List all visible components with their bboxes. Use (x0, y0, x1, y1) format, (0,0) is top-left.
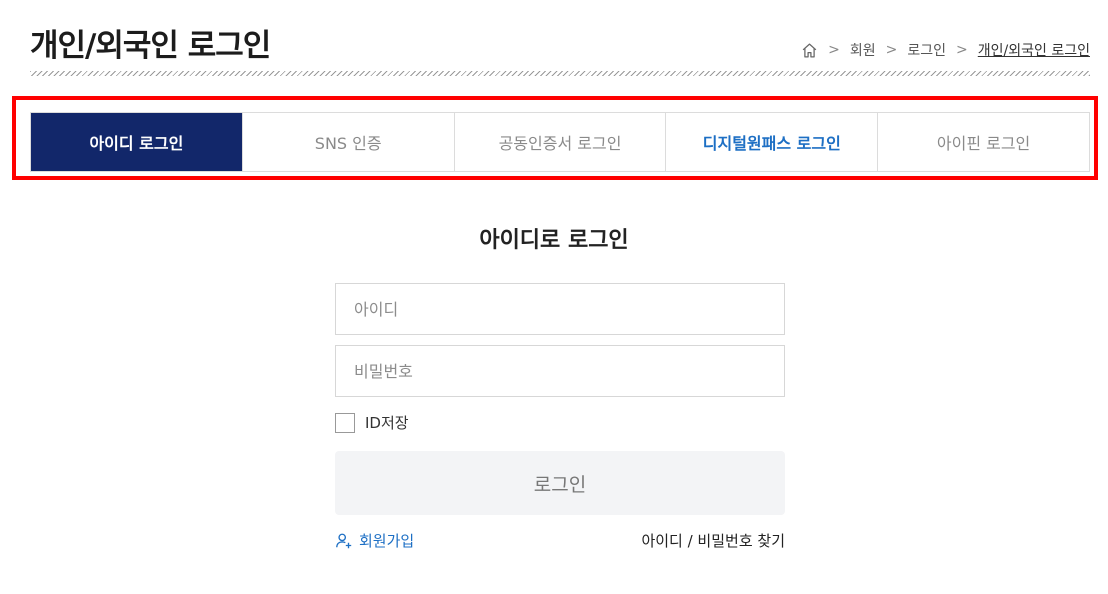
breadcrumb: > 회원 > 로그인 > 개인/외국인 로그인 (801, 40, 1090, 60)
login-heading: 아이디로 로그인 (479, 228, 629, 253)
login-button[interactable]: 로그인 (335, 451, 785, 515)
page-title: 개인/외국인 로그인 (30, 28, 271, 64)
find-id-password-link[interactable]: 아이디 / 비밀번호 찾기 (641, 530, 785, 551)
join-label: 회원가입 (359, 532, 415, 550)
password-input[interactable] (335, 345, 785, 397)
id-input[interactable] (335, 283, 785, 335)
tab-id-login[interactable]: 아이디 로그인 (31, 113, 242, 171)
breadcrumb-item-member[interactable]: 회원 (850, 40, 876, 60)
tab-ipin-login[interactable]: 아이핀 로그인 (877, 113, 1089, 171)
save-id-checkbox[interactable] (335, 412, 355, 433)
join-link[interactable]: 회원가입 (335, 530, 414, 551)
breadcrumb-item-login[interactable]: 로그인 (907, 40, 946, 60)
tab-digital-onepass-login[interactable]: 디지털원패스 로그인 (665, 113, 878, 171)
tab-certificate-login[interactable]: 공동인증서 로그인 (453, 113, 666, 171)
chevron-right-icon: > (956, 42, 968, 58)
breadcrumb-item-current[interactable]: 개인/외국인 로그인 (978, 40, 1090, 60)
chevron-right-icon: > (885, 42, 898, 58)
chevron-right-icon: > (828, 42, 840, 58)
save-id-label[interactable]: ID저장 (365, 412, 409, 433)
title-divider (30, 71, 1090, 76)
tab-sns-auth[interactable]: SNS 인증 (241, 113, 454, 171)
login-method-tabs: 아이디 로그인 SNS 인증 공동인증서 로그인 디지털원패스 로그인 아이핀 … (30, 112, 1090, 172)
user-plus-icon (335, 532, 353, 550)
home-icon[interactable] (801, 42, 818, 59)
save-id-row: ID저장 (335, 412, 409, 433)
